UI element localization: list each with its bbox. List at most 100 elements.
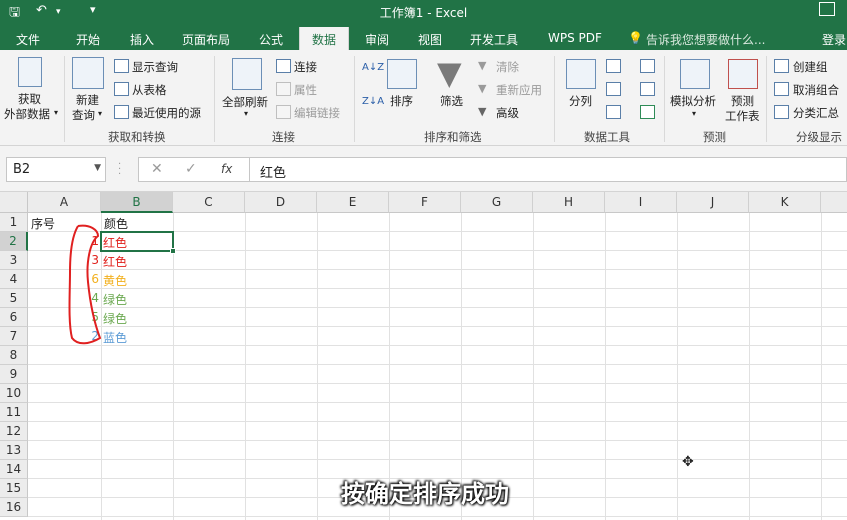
column-header-h[interactable]: H (533, 192, 605, 213)
recent-sources-icon[interactable] (114, 105, 129, 119)
sort-za-icon[interactable]: Z↓A (362, 96, 384, 107)
cell-a1[interactable]: 序号 (31, 213, 55, 232)
sort-icon[interactable] (387, 59, 417, 89)
annotation-bracket (68, 224, 102, 345)
row-header-11[interactable]: 11 (0, 403, 28, 422)
column-header-f[interactable]: F (389, 192, 461, 213)
column-header-e[interactable]: E (317, 192, 389, 213)
new-query-icon[interactable] (72, 57, 104, 89)
column-header-b[interactable]: B (101, 192, 173, 213)
row-header-1[interactable]: 1 (0, 213, 28, 232)
ungroup-icon[interactable] (774, 82, 789, 96)
advanced-filter-icon[interactable]: ▼ (478, 105, 486, 118)
row-header-14[interactable]: 14 (0, 460, 28, 479)
row-header-12[interactable]: 12 (0, 422, 28, 441)
column-header-k[interactable]: K (749, 192, 821, 213)
row-header-15[interactable]: 15 (0, 479, 28, 498)
chevron-down-icon[interactable]: ▾ (244, 109, 248, 118)
text-to-columns-icon[interactable] (566, 59, 596, 89)
chevron-down-icon[interactable]: ▾ (98, 109, 102, 118)
row-header-13[interactable]: 13 (0, 441, 28, 460)
column-header-d[interactable]: D (245, 192, 317, 213)
group-button[interactable]: 创建组 (793, 59, 828, 75)
name-box[interactable]: B2 ▼ (6, 157, 106, 182)
row-header-6[interactable]: 6 (0, 308, 28, 327)
ungroup-button[interactable]: 取消组合 (793, 82, 839, 98)
get-external-data-icon[interactable] (18, 57, 42, 87)
formula-input[interactable]: 红色 (250, 157, 847, 182)
chevron-down-icon[interactable]: ▾ (54, 108, 58, 117)
filter-icon[interactable]: ▼ (437, 54, 462, 92)
row-header-4[interactable]: 4 (0, 270, 28, 289)
forecast-sheet-label-2[interactable]: 工作表 (725, 108, 760, 124)
get-external-data-label-2[interactable]: 外部数据 (4, 106, 50, 122)
consolidate-icon[interactable] (640, 59, 655, 73)
from-table-icon[interactable] (114, 82, 129, 96)
column-header-l[interactable] (821, 192, 847, 213)
tab-formulas[interactable]: 公式 (259, 31, 283, 48)
row-header-16[interactable]: 16 (0, 498, 28, 517)
cancel-icon[interactable]: ✕ (151, 161, 163, 177)
sort-button[interactable]: 排序 (390, 93, 413, 109)
tab-wps-pdf[interactable]: WPS PDF (548, 31, 602, 45)
fill-handle[interactable] (170, 248, 176, 254)
tell-me-search[interactable]: 告诉我您想要做什么... (646, 31, 765, 48)
new-query-label-2[interactable]: 查询 (72, 107, 95, 123)
tab-review[interactable]: 审阅 (365, 31, 389, 48)
what-if-analysis-icon[interactable] (680, 59, 710, 89)
show-query-icon[interactable] (114, 59, 129, 73)
row-header-8[interactable]: 8 (0, 346, 28, 365)
chevron-down-icon[interactable]: ▾ (692, 109, 696, 118)
forecast-sheet-icon[interactable] (728, 59, 758, 89)
splitter-handle[interactable]: · · · (118, 160, 121, 180)
column-header-g[interactable]: G (461, 192, 533, 213)
row-header-5[interactable]: 5 (0, 289, 28, 308)
row-header-3[interactable]: 3 (0, 251, 28, 270)
group-icon[interactable] (774, 59, 789, 73)
connections-button[interactable]: 连接 (294, 59, 317, 75)
tab-data[interactable]: 数据 (299, 27, 350, 50)
enter-icon[interactable]: ✓ (185, 161, 197, 177)
tab-developer[interactable]: 开发工具 (470, 31, 518, 48)
recent-sources-button[interactable]: 最近使用的源 (132, 105, 201, 121)
data-validation-icon[interactable] (606, 105, 621, 119)
insert-function-icon[interactable]: fx (221, 162, 232, 176)
sort-az-icon[interactable]: A↓Z (362, 62, 384, 73)
column-header-j[interactable]: J (677, 192, 749, 213)
relationships-icon[interactable] (640, 82, 655, 96)
remove-duplicates-icon[interactable] (606, 82, 621, 96)
subtotal-button[interactable]: 分类汇总 (793, 105, 839, 121)
tab-view[interactable]: 视图 (418, 31, 442, 48)
select-all-corner[interactable] (0, 192, 28, 213)
filter-button[interactable]: 筛选 (440, 93, 463, 109)
tab-home[interactable]: 开始 (76, 31, 100, 48)
row-header-10[interactable]: 10 (0, 384, 28, 403)
refresh-all-icon[interactable] (232, 58, 262, 90)
tab-file[interactable]: 文件 (16, 31, 40, 48)
what-if-analysis-button[interactable]: 模拟分析 (670, 93, 716, 109)
connections-icon[interactable] (276, 59, 291, 73)
row-header-2[interactable]: 2 (0, 232, 28, 251)
tab-insert[interactable]: 插入 (130, 31, 154, 48)
show-query-button[interactable]: 显示查询 (132, 59, 178, 75)
text-to-columns-button[interactable]: 分列 (569, 93, 592, 109)
forecast-sheet-label-1[interactable]: 预测 (731, 93, 754, 109)
from-table-button[interactable]: 从表格 (132, 82, 167, 98)
row-header-9[interactable]: 9 (0, 365, 28, 384)
row-header-7[interactable]: 7 (0, 327, 28, 346)
tab-page-layout[interactable]: 页面布局 (182, 31, 230, 48)
grid-vline (605, 213, 606, 520)
new-query-label-1[interactable]: 新建 (76, 92, 99, 108)
column-header-a[interactable]: A (28, 192, 101, 213)
column-header-c[interactable]: C (173, 192, 245, 213)
manage-data-model-icon[interactable] (640, 105, 655, 119)
refresh-all-button[interactable]: 全部刷新 (222, 94, 268, 110)
get-external-data-label-1[interactable]: 获取 (18, 91, 41, 107)
column-header-i[interactable]: I (605, 192, 677, 213)
subtotal-icon[interactable] (774, 105, 789, 119)
advanced-button[interactable]: 高级 (496, 105, 519, 121)
login-link[interactable]: 登录 (822, 31, 846, 48)
restore-window-icon[interactable] (819, 2, 835, 16)
flash-fill-icon[interactable] (606, 59, 621, 73)
chevron-down-icon[interactable]: ▼ (94, 163, 101, 173)
